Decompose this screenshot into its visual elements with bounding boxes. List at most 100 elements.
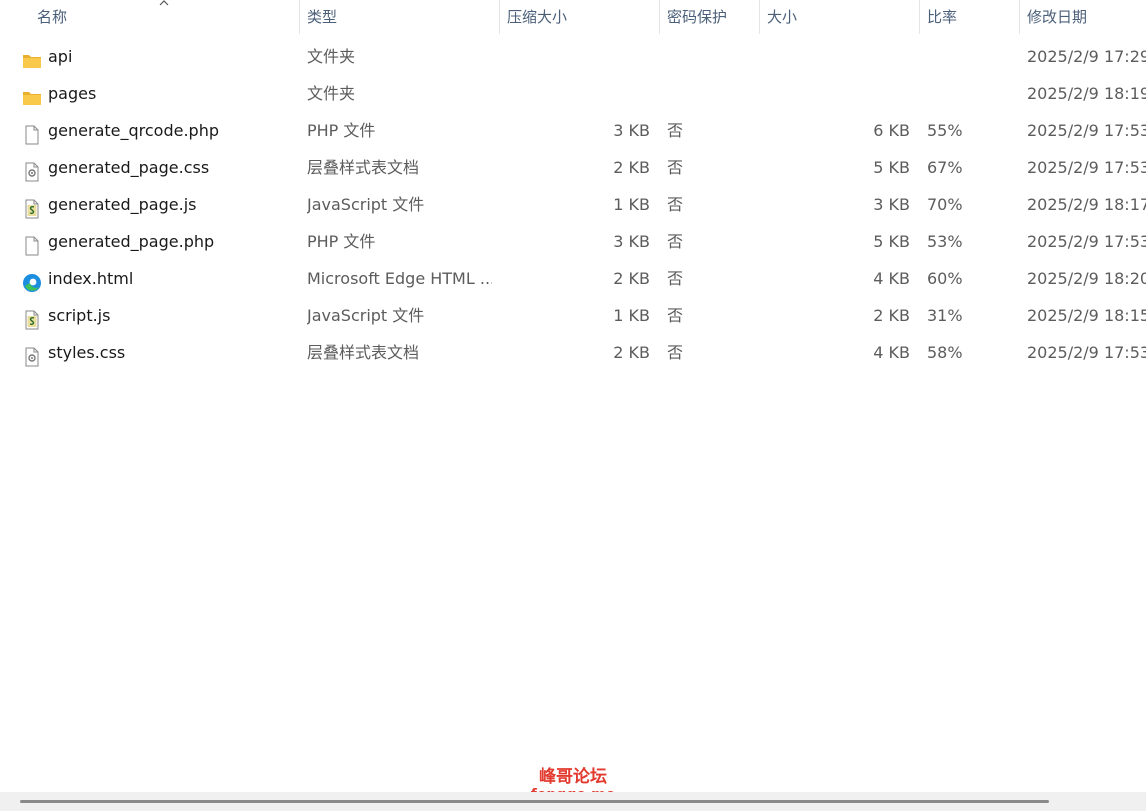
file-packed-size: 2 KB xyxy=(613,343,650,362)
file-size: 4 KB xyxy=(873,343,910,362)
file-encrypted: 否 xyxy=(667,232,684,251)
file-modified: 2025/2/9 18:17 xyxy=(1027,195,1146,214)
file-type: JavaScript 文件 xyxy=(307,195,425,214)
folder-icon xyxy=(22,47,42,68)
file-packed-size: 3 KB xyxy=(613,232,650,251)
file-row[interactable]: api 文件夹 2025/2/9 17:29 xyxy=(0,38,1146,75)
file-ratio: 60% xyxy=(927,269,963,288)
column-header-packed-size-label: 压缩大小 xyxy=(507,8,568,26)
file-name: index.html xyxy=(48,269,134,288)
file-row[interactable]: generated_page.php PHP 文件 3 KB 否 5 KB 53… xyxy=(0,223,1146,260)
file-type: PHP 文件 xyxy=(307,121,376,140)
file-name: styles.css xyxy=(48,343,126,362)
file-size: 5 KB xyxy=(873,158,910,177)
file-ratio: 55% xyxy=(927,121,963,140)
file-modified: 2025/2/9 17:53 xyxy=(1027,121,1146,140)
file-packed-size: 1 KB xyxy=(613,195,650,214)
file-packed-size: 2 KB xyxy=(613,158,650,177)
file-size: 6 KB xyxy=(873,121,910,140)
column-header-modified-label: 修改日期 xyxy=(1027,8,1088,26)
file-ratio: 31% xyxy=(927,306,963,325)
column-header-ratio[interactable]: 比率 xyxy=(920,0,1020,34)
watermark-title: 峰哥论坛 xyxy=(539,767,607,787)
file-type: 文件夹 xyxy=(307,47,356,66)
file-modified: 2025/2/9 18:19 xyxy=(1027,84,1146,103)
column-header-bar: 名称 类型 压缩大小 密码保护 大小 比率 修改日期 xyxy=(0,0,1146,34)
horizontal-scrollbar[interactable] xyxy=(0,792,1146,811)
js-file-icon xyxy=(22,195,42,219)
file-ratio xyxy=(927,38,1007,75)
file-encrypted: 否 xyxy=(667,195,684,214)
column-header-size[interactable]: 大小 xyxy=(760,0,920,34)
column-header-type[interactable]: 类型 xyxy=(300,0,500,34)
file-name: generated_page.css xyxy=(48,158,210,177)
css-file-icon xyxy=(22,343,42,367)
column-header-type-label: 类型 xyxy=(307,8,338,26)
file-type: 层叠样式表文档 xyxy=(307,343,420,362)
file-size: 4 KB xyxy=(873,269,910,288)
column-header-size-label: 大小 xyxy=(767,8,798,26)
file-row[interactable]: index.html Microsoft Edge HTML ... 2 KB … xyxy=(0,260,1146,297)
column-header-modified[interactable]: 修改日期 xyxy=(1020,0,1146,34)
name-cell: styles.css xyxy=(22,334,297,371)
file-size: 3 KB xyxy=(873,195,910,214)
file-row[interactable]: generate_qrcode.php PHP 文件 3 KB 否 6 KB 5… xyxy=(0,112,1146,149)
file-name: generated_page.php xyxy=(48,232,215,251)
file-modified: 2025/2/9 17:53 xyxy=(1027,158,1146,177)
file-encrypted: 否 xyxy=(667,343,684,362)
file-list: api 文件夹 2025/2/9 17:29 pages 文件夹 2025/2/… xyxy=(0,38,1146,371)
file-modified: 2025/2/9 17:53 xyxy=(1027,343,1146,362)
edge-icon xyxy=(22,269,42,292)
file-row[interactable]: script.js JavaScript 文件 1 KB 否 2 KB 31% … xyxy=(0,297,1146,334)
file-type: 文件夹 xyxy=(307,84,356,103)
file-size xyxy=(760,38,910,75)
file-type: 层叠样式表文档 xyxy=(307,158,420,177)
file-ratio xyxy=(927,75,1007,112)
column-header-ratio-label: 比率 xyxy=(927,8,958,26)
sort-ascending-icon xyxy=(159,0,169,6)
blank-file-icon xyxy=(22,232,42,256)
name-cell: script.js xyxy=(22,297,297,334)
css-file-icon xyxy=(22,158,42,182)
file-packed-size xyxy=(500,38,650,75)
file-ratio: 67% xyxy=(927,158,963,177)
file-ratio: 53% xyxy=(927,232,963,251)
file-encrypted: 否 xyxy=(667,121,684,140)
file-row[interactable]: pages 文件夹 2025/2/9 18:19 xyxy=(0,75,1146,112)
blank-file-icon xyxy=(22,121,42,145)
file-modified: 2025/2/9 18:15 xyxy=(1027,306,1146,325)
file-row[interactable]: generated_page.css 层叠样式表文档 2 KB 否 5 KB 6… xyxy=(0,149,1146,186)
name-cell: api xyxy=(22,38,297,75)
horizontal-scrollbar-thumb[interactable] xyxy=(20,800,1049,803)
file-name: generated_page.js xyxy=(48,195,197,214)
file-encrypted: 否 xyxy=(667,306,684,325)
file-name: pages xyxy=(48,84,97,103)
file-ratio: 70% xyxy=(927,195,963,214)
file-packed-size: 3 KB xyxy=(613,121,650,140)
file-row[interactable]: generated_page.js JavaScript 文件 1 KB 否 3… xyxy=(0,186,1146,223)
name-cell: generated_page.js xyxy=(22,186,297,223)
column-header-name-label: 名称 xyxy=(37,8,68,26)
file-modified: 2025/2/9 17:29 xyxy=(1027,47,1146,66)
file-modified: 2025/2/9 17:53 xyxy=(1027,232,1146,251)
file-encrypted xyxy=(667,38,727,75)
column-header-encrypted[interactable]: 密码保护 xyxy=(660,0,760,34)
file-name: generate_qrcode.php xyxy=(48,121,219,140)
file-packed-size: 2 KB xyxy=(613,269,650,288)
file-packed-size: 1 KB xyxy=(613,306,650,325)
file-size: 5 KB xyxy=(873,232,910,251)
name-cell: generated_page.php xyxy=(22,223,297,260)
file-type: PHP 文件 xyxy=(307,232,376,251)
file-type: JavaScript 文件 xyxy=(307,306,425,325)
name-cell: pages xyxy=(22,75,297,112)
file-row[interactable]: styles.css 层叠样式表文档 2 KB 否 4 KB 58% 2025/… xyxy=(0,334,1146,371)
column-header-encrypted-label: 密码保护 xyxy=(667,8,728,26)
column-header-packed-size[interactable]: 压缩大小 xyxy=(500,0,660,34)
file-name: api xyxy=(48,47,73,66)
folder-icon xyxy=(22,84,42,105)
js-file-icon xyxy=(22,306,42,330)
file-encrypted: 否 xyxy=(667,158,684,177)
file-size: 2 KB xyxy=(873,306,910,325)
file-packed-size xyxy=(500,75,650,112)
file-encrypted: 否 xyxy=(667,269,684,288)
